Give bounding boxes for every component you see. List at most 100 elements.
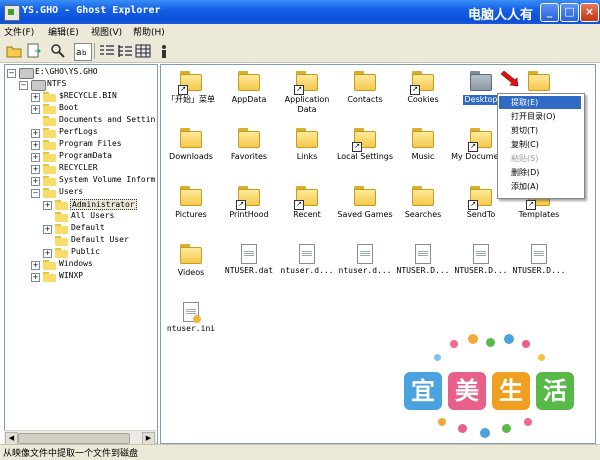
- tree-item-label: PerfLogs: [59, 127, 98, 136]
- file-item[interactable]: Contacts: [335, 71, 395, 105]
- view-list-icon[interactable]: [99, 43, 115, 59]
- file-item[interactable]: Pictures: [161, 186, 221, 220]
- expand-icon[interactable]: +: [31, 153, 40, 162]
- file-icon: [531, 244, 547, 264]
- context-menu[interactable]: 提取(E) 打开目录(O) 剪切(T) 复制(C) 粘贴(S) 删除(D) 添加…: [497, 93, 585, 199]
- shortcut-arrow-icon: ↗: [468, 200, 478, 210]
- decor-dot: [480, 428, 490, 438]
- expand-icon[interactable]: +: [43, 225, 52, 234]
- view-details-icon[interactable]: [117, 43, 133, 59]
- file-label: NTUSER.dat: [224, 266, 274, 275]
- properties-icon[interactable]: [156, 43, 172, 59]
- close-button[interactable]: ×: [580, 3, 599, 22]
- menu-item-cut[interactable]: 剪切(T): [499, 124, 581, 137]
- menu-file[interactable]: 文件(F): [4, 25, 34, 38]
- file-item[interactable]: NTUSER.D...: [393, 244, 453, 276]
- file-item[interactable]: Searches: [393, 186, 453, 220]
- file-item[interactable]: NTUSER.dat: [219, 244, 279, 276]
- file-item[interactable]: ntuser.d...: [335, 244, 395, 276]
- expand-icon[interactable]: +: [31, 177, 40, 186]
- file-item[interactable]: ntuser.ini: [161, 302, 221, 334]
- search-icon[interactable]: [50, 43, 66, 59]
- collapse-icon[interactable]: −: [7, 69, 16, 78]
- collapse-icon[interactable]: −: [19, 81, 28, 90]
- folder-open-icon: [43, 188, 56, 198]
- expand-icon[interactable]: +: [31, 141, 40, 150]
- tree-horizontal-scrollbar[interactable]: ◀ ▶: [4, 430, 156, 445]
- save-icon[interactable]: [26, 43, 42, 59]
- expand-icon[interactable]: +: [31, 165, 40, 174]
- folder-icon: [180, 128, 202, 150]
- toolbar: ab: [0, 40, 600, 63]
- view-large-icon[interactable]: [135, 43, 151, 59]
- minimize-button[interactable]: _: [540, 3, 559, 22]
- file-item[interactable]: ntuser.d...: [277, 244, 337, 276]
- tree-item-label: Boot: [59, 103, 79, 112]
- file-item[interactable]: Music: [393, 128, 453, 162]
- menu-edit[interactable]: 编辑(E): [48, 25, 79, 38]
- file-label: Videos: [177, 268, 205, 277]
- expand-icon[interactable]: +: [31, 261, 40, 270]
- collapse-icon[interactable]: −: [31, 189, 40, 198]
- shortcut-arrow-icon: ↗: [178, 85, 188, 95]
- view-small-icon[interactable]: ab: [74, 43, 92, 61]
- file-item[interactable]: Saved Games: [335, 186, 395, 220]
- folder-icon: [412, 128, 434, 150]
- file-item[interactable]: Favorites: [219, 128, 279, 162]
- file-item[interactable]: Videos: [161, 244, 221, 278]
- file-item[interactable]: NTUSER.D...: [451, 244, 511, 276]
- menu-item-extract[interactable]: 提取(E): [499, 96, 581, 109]
- expand-icon[interactable]: +: [31, 105, 40, 114]
- title-bar[interactable]: YS.GHO - Ghost Explorer 电脑人人有 _ □ ×: [0, 0, 600, 24]
- file-item[interactable]: NTUSER.D...: [509, 244, 569, 276]
- svg-text:a: a: [76, 48, 82, 58]
- logo-tile: 宜: [404, 372, 442, 410]
- shortcut-arrow-icon: ↗: [294, 200, 304, 210]
- file-item[interactable]: ↗ Cookies: [393, 71, 453, 105]
- red-arrow-icon: [501, 70, 519, 87]
- open-folder-icon[interactable]: [6, 43, 22, 59]
- file-item[interactable]: ↗ Local Settings: [335, 128, 395, 162]
- file-item[interactable]: AppData: [219, 71, 279, 105]
- maximize-button[interactable]: □: [560, 3, 579, 22]
- folder-icon: [354, 186, 376, 208]
- folder-icon: [238, 71, 260, 93]
- folder-icon: [238, 128, 260, 150]
- scrollbar-thumb[interactable]: [18, 433, 130, 444]
- folder-icon: [55, 224, 68, 234]
- file-label: Searches: [404, 210, 442, 219]
- folder-icon: [354, 71, 376, 93]
- file-icon: [415, 244, 431, 264]
- tree-item-label: All Users: [71, 211, 115, 220]
- file-label: 「开始」菜单: [167, 95, 215, 104]
- expand-icon[interactable]: +: [31, 129, 40, 138]
- menu-item-copy[interactable]: 复制(C): [499, 138, 581, 151]
- file-label: Cookies: [407, 95, 439, 104]
- file-item[interactable]: Downloads: [161, 128, 221, 162]
- expand-icon[interactable]: +: [43, 201, 52, 210]
- expand-icon[interactable]: +: [43, 249, 52, 258]
- tree-item-label: Public: [71, 247, 100, 256]
- expand-icon[interactable]: +: [31, 93, 40, 102]
- menu-view[interactable]: 视图(V): [91, 25, 122, 38]
- file-label: Favorites: [230, 152, 268, 161]
- menu-help[interactable]: 帮助(H): [133, 25, 165, 38]
- watermark-text: 电脑人人有: [468, 8, 534, 23]
- file-item[interactable]: ↗ PrintHood: [219, 186, 279, 220]
- file-item[interactable]: ↗ Application Data: [277, 71, 337, 115]
- shortcut-arrow-icon: ↗: [236, 200, 246, 210]
- logo-tile: 美: [448, 372, 486, 410]
- file-item[interactable]: ↗ 「开始」菜单: [161, 71, 221, 105]
- file-item[interactable]: ↗ Recent: [277, 186, 337, 220]
- svg-text:b: b: [82, 49, 87, 57]
- menu-item-open-directory[interactable]: 打开目录(O): [499, 110, 581, 123]
- folder-tree[interactable]: − E:\GHO\YS.GHO − NTFS + $RECYCLE.BIN + Bo…: [4, 64, 158, 444]
- menu-item-delete[interactable]: 删除(D): [499, 166, 581, 179]
- tree-drive-label: NTFS: [47, 79, 67, 88]
- file-item[interactable]: Links: [277, 128, 337, 162]
- folder-icon: ↗: [468, 128, 492, 152]
- expand-icon[interactable]: +: [31, 273, 40, 282]
- file-label: Contacts: [347, 95, 383, 104]
- file-label: Links: [296, 152, 318, 161]
- menu-item-add[interactable]: 添加(A): [499, 180, 581, 193]
